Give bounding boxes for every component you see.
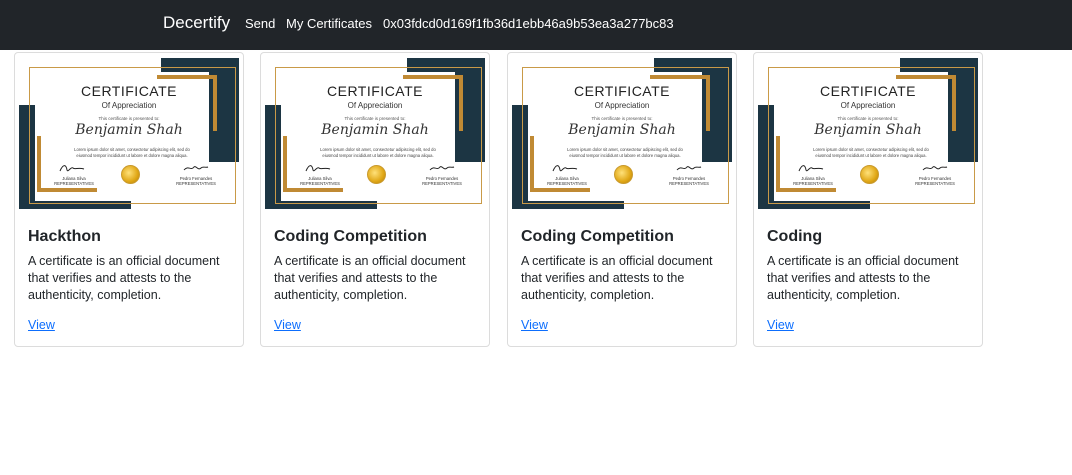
cert-rep-left: Juliana Silva REPRESENTATIVES	[300, 176, 340, 186]
signature-icon	[183, 166, 209, 171]
cert-presented-text: This certificate is presented to:	[591, 116, 653, 121]
cert-body-text: Lorem ipsum dolor sit amet, consectetur …	[320, 147, 436, 158]
certificate-card: CERTIFICATE Of Appreciation This certifi…	[507, 52, 737, 347]
cert-presented-text: This certificate is presented to:	[837, 116, 899, 121]
cert-heading: CERTIFICATE	[327, 83, 423, 99]
cert-heading: CERTIFICATE	[820, 83, 916, 99]
card-description: A certificate is an official document th…	[521, 254, 713, 302]
cert-heading: CERTIFICATE	[81, 83, 177, 99]
cert-subheading: Of Appreciation	[101, 101, 157, 110]
cert-recipient-name: Benjamin Shah	[321, 122, 429, 138]
card-description: A certificate is an official document th…	[767, 254, 959, 302]
signature-icon	[922, 166, 948, 171]
gold-seal-icon	[367, 165, 386, 184]
view-link[interactable]: View	[274, 318, 301, 332]
signature-icon	[59, 165, 85, 172]
cert-rep-right: Pedro Fernandes REPRESENTATIVES	[915, 176, 955, 186]
cert-recipient-name: Benjamin Shah	[814, 122, 922, 138]
view-link[interactable]: View	[28, 318, 55, 332]
view-link[interactable]: View	[767, 318, 794, 332]
cert-body-text: Lorem ipsum dolor sit amet, consectetur …	[813, 147, 929, 158]
cert-recipient-name: Benjamin Shah	[568, 122, 676, 138]
card-title: Hackthon	[28, 228, 101, 245]
wallet-address: 0x03fdcd0d169f1fb36d1ebb46a9b53ea3a277bc…	[383, 16, 674, 31]
card-description: A certificate is an official document th…	[274, 254, 466, 302]
certificate-thumbnail: CERTIFICATE Of Appreciation This certifi…	[19, 58, 239, 209]
certificate-thumbnail: CERTIFICATE Of Appreciation This certifi…	[512, 58, 732, 209]
certificate-card: CERTIFICATE Of Appreciation This certifi…	[260, 52, 490, 347]
card-title: Coding Competition	[274, 228, 427, 245]
cert-rep-left: Juliana Silva REPRESENTATIVES	[547, 176, 587, 186]
nav-my-certificates-link[interactable]: My Certificates	[286, 16, 372, 31]
signature-icon	[552, 165, 578, 172]
top-navbar: Decertify Send My Certificates 0x03fdcd0…	[0, 0, 1072, 50]
cert-subheading: Of Appreciation	[840, 101, 896, 110]
certificate-card: CERTIFICATE Of Appreciation This certifi…	[14, 52, 244, 347]
cert-presented-text: This certificate is presented to:	[344, 116, 406, 121]
card-title: Coding Competition	[521, 228, 674, 245]
cert-subheading: Of Appreciation	[594, 101, 650, 110]
nav-send-link[interactable]: Send	[245, 16, 275, 31]
cert-recipient-name: Benjamin Shah	[75, 122, 183, 138]
signature-icon	[429, 166, 455, 171]
gold-seal-icon	[614, 165, 633, 184]
cert-body-text: Lorem ipsum dolor sit amet, consectetur …	[74, 147, 190, 158]
certificate-card: CERTIFICATE Of Appreciation This certifi…	[753, 52, 983, 347]
cert-rep-right: Pedro Fernandes REPRESENTATIVES	[422, 176, 462, 186]
cert-body-text: Lorem ipsum dolor sit amet, consectetur …	[567, 147, 683, 158]
signature-icon	[798, 165, 824, 172]
cert-rep-left: Juliana Silva REPRESENTATIVES	[793, 176, 833, 186]
cert-rep-left: Juliana Silva REPRESENTATIVES	[54, 176, 94, 186]
cert-presented-text: This certificate is presented to:	[98, 116, 160, 121]
cert-rep-right: Pedro Fernandes REPRESENTATIVES	[669, 176, 709, 186]
certificate-thumbnail: CERTIFICATE Of Appreciation This certifi…	[758, 58, 978, 209]
cert-rep-right: Pedro Fernandes REPRESENTATIVES	[176, 176, 216, 186]
gold-seal-icon	[121, 165, 140, 184]
signature-icon	[305, 165, 331, 172]
certificate-thumbnail: CERTIFICATE Of Appreciation This certifi…	[265, 58, 485, 209]
card-description: A certificate is an official document th…	[28, 254, 220, 302]
brand-logo[interactable]: Decertify	[163, 13, 230, 33]
card-title: Coding	[767, 228, 823, 245]
gold-seal-icon	[860, 165, 879, 184]
signature-icon	[676, 166, 702, 171]
view-link[interactable]: View	[521, 318, 548, 332]
cert-heading: CERTIFICATE	[574, 83, 670, 99]
cert-subheading: Of Appreciation	[347, 101, 403, 110]
